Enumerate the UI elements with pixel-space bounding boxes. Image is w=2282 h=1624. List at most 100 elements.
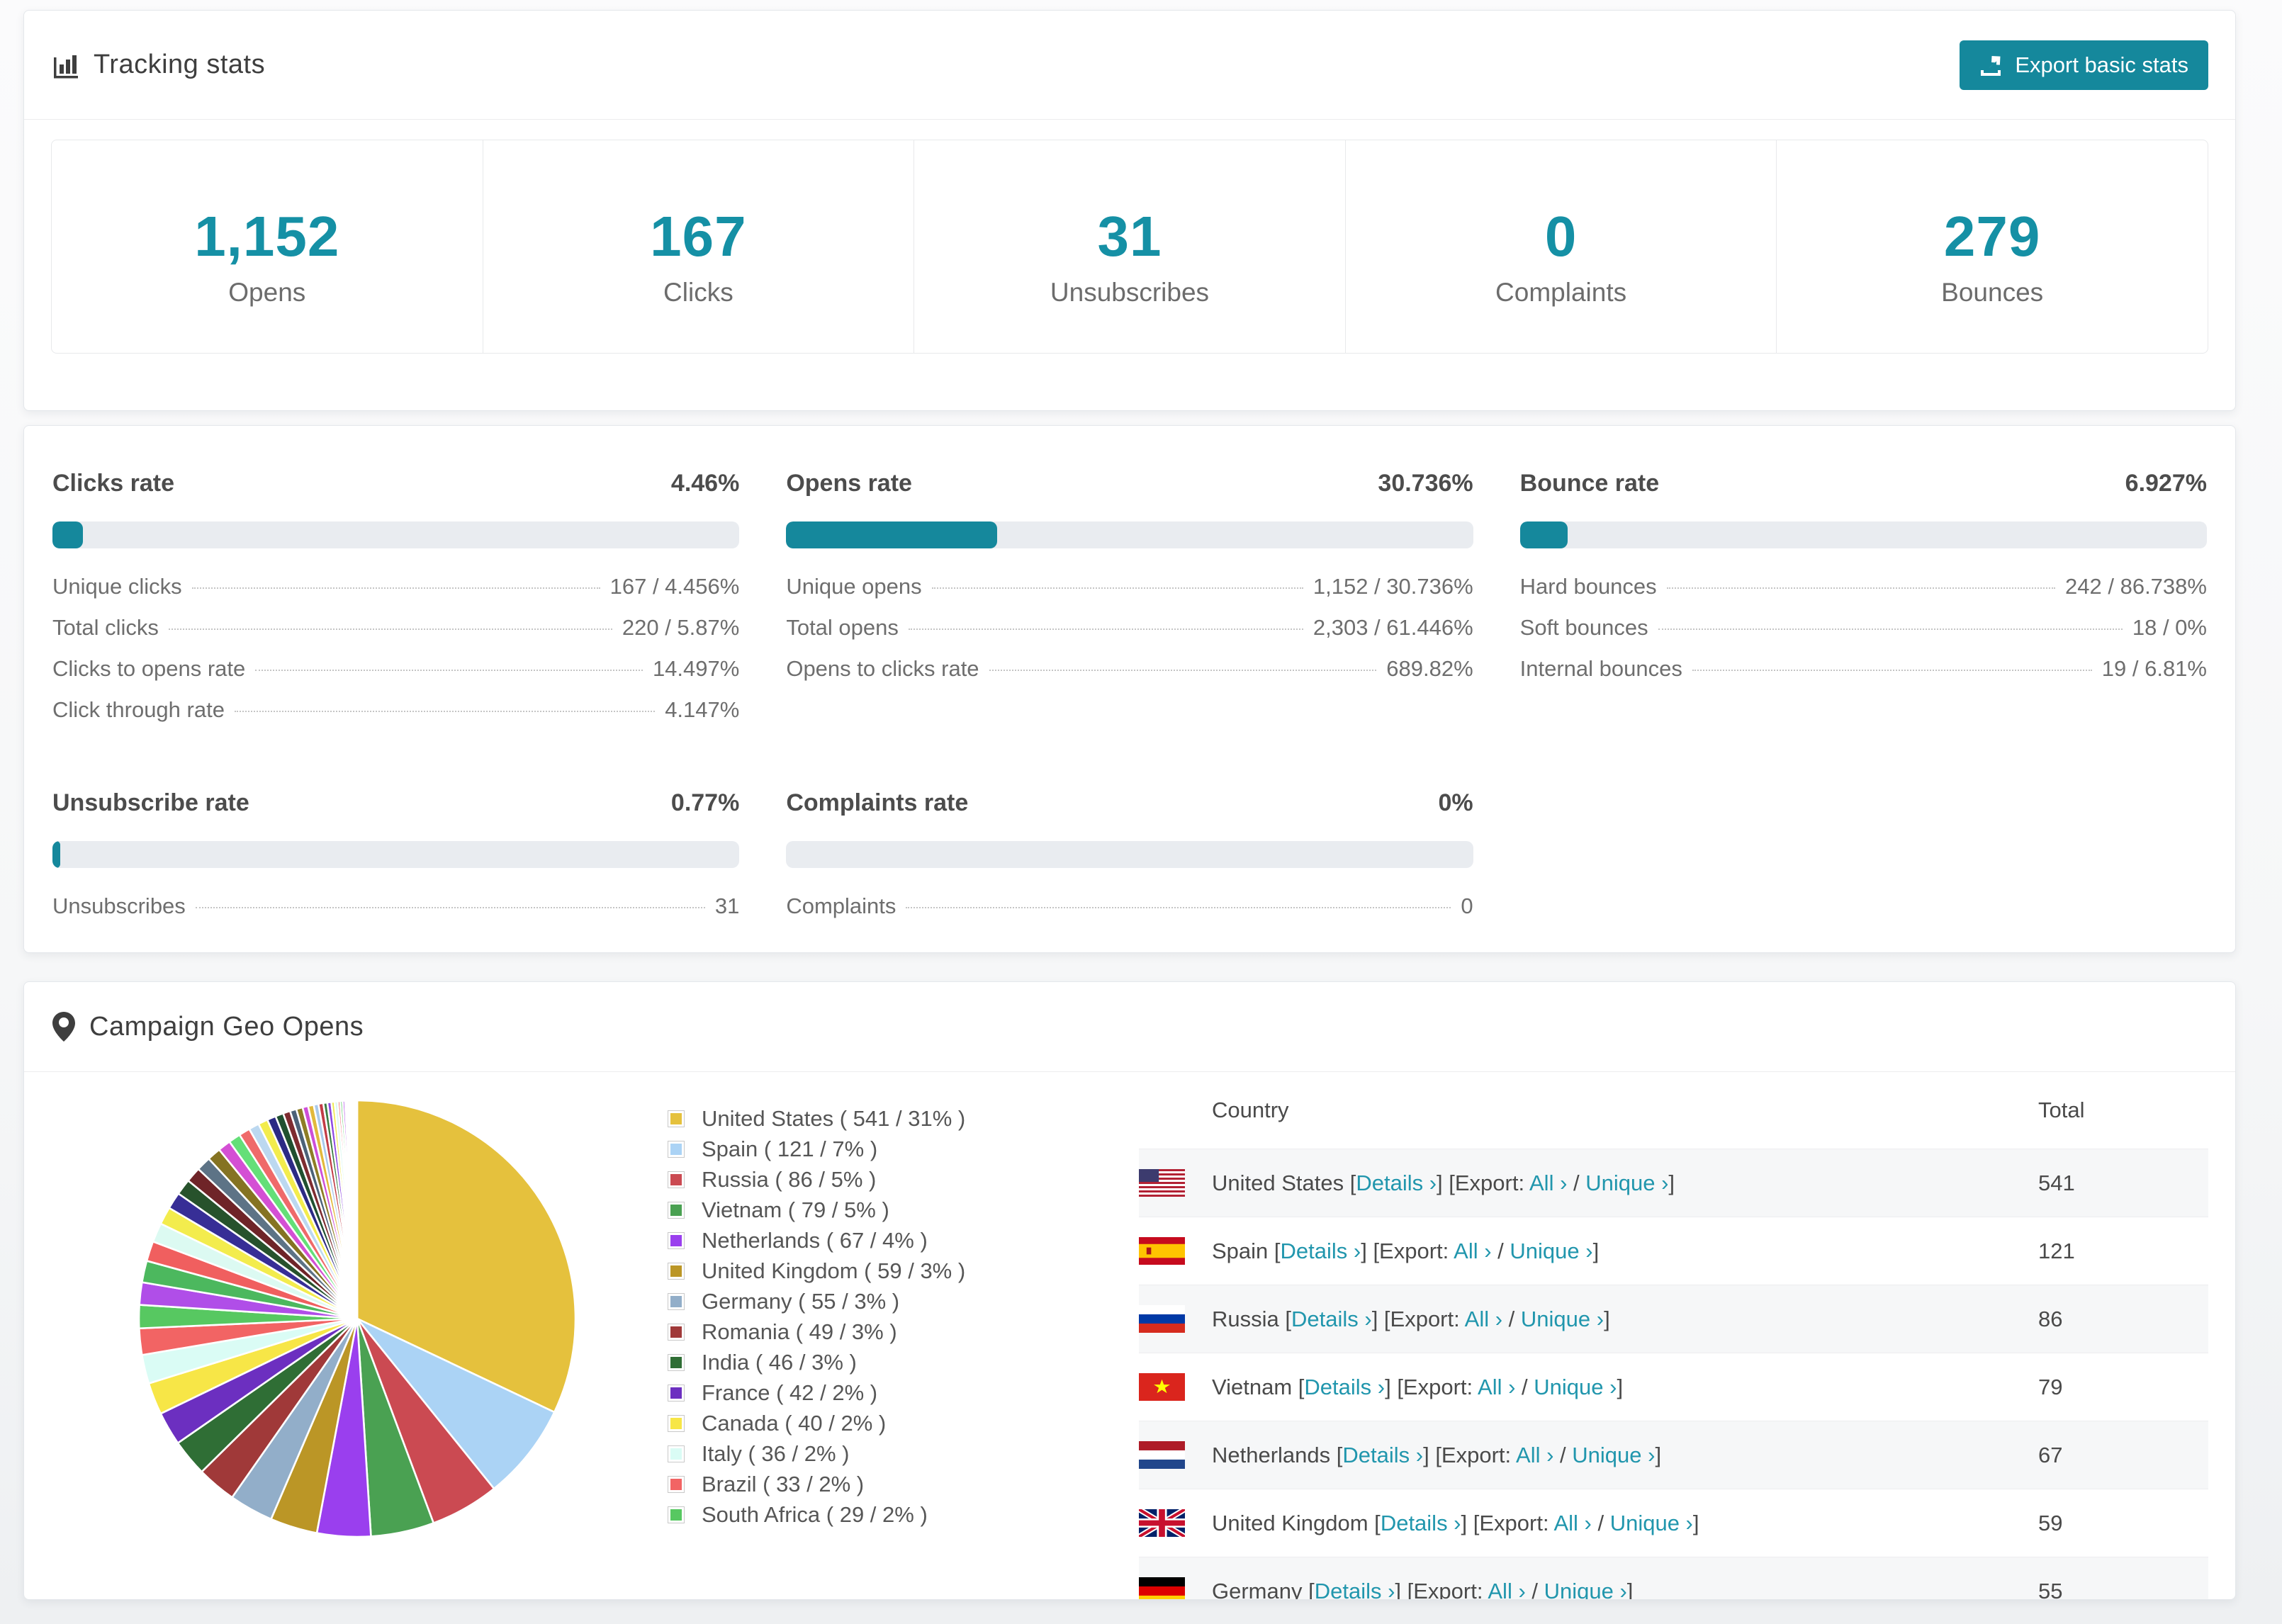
stat-label: Unsubscribes [1050, 278, 1210, 307]
tracking-stats-header: Tracking stats Export basic stats [24, 11, 2235, 120]
legend-item-netherlands: Netherlands ( 67 / 4% ) [668, 1225, 1082, 1256]
tracking-stats-card: Tracking stats Export basic stats 1,152 … [23, 10, 2236, 411]
legend-swatch [668, 1475, 685, 1493]
pie-slice-other[interactable] [355, 1099, 359, 1319]
rate-detail-row: Total opens 2,303 / 61.446% [786, 615, 1473, 656]
geo-table-header: Country Total [1139, 1072, 2208, 1149]
dotted-leader [1692, 670, 2092, 671]
rate-detail-row: Soft bounces 18 / 0% [1520, 615, 2207, 656]
united-kingdom-flag-icon [1139, 1509, 1185, 1537]
rate-detail-label: Unique opens [786, 574, 922, 599]
export-all-link[interactable]: All › [1478, 1375, 1515, 1399]
dotted-leader [908, 628, 1303, 630]
rate-detail-value: 19 / 6.81% [2101, 656, 2207, 681]
details-link[interactable]: Details › [1281, 1239, 1361, 1263]
rate-detail-label: Internal bounces [1519, 656, 1682, 681]
export-all-link[interactable]: All › [1465, 1307, 1502, 1331]
rate-rows: Unique opens 1,152 / 30.736% Total opens… [786, 574, 1473, 697]
country-links: United Kingdom [Details ›] [Export: All … [1212, 1510, 1699, 1535]
stat-value: 0 [1544, 205, 1578, 268]
rate-rows: Unsubscribes 31 [52, 893, 739, 935]
progress-fill [52, 521, 84, 548]
legend-swatch [668, 1323, 685, 1341]
export-basic-stats-button[interactable]: Export basic stats [1960, 40, 2208, 90]
rate-detail-value: 31 [714, 893, 740, 918]
export-unique-link[interactable]: Unique › [1534, 1375, 1617, 1399]
details-link[interactable]: Details › [1342, 1443, 1423, 1467]
dotted-leader [168, 628, 612, 630]
legend-item-canada: Canada ( 40 / 2% ) [668, 1408, 1082, 1438]
netherlands-flag-icon [1139, 1441, 1185, 1469]
dotted-leader [234, 711, 656, 712]
rate-value: 4.46% [670, 470, 740, 497]
stat-box-clicks: 167 Clicks [482, 140, 914, 353]
rate-detail-label: Unique clicks [52, 574, 182, 599]
dotted-leader [191, 587, 600, 589]
legend-item-romania: Romania ( 49 / 3% ) [668, 1316, 1082, 1347]
geo-pie-chart[interactable] [130, 1092, 584, 1545]
russia-flag-icon [1139, 1305, 1185, 1333]
pie-canvas[interactable] [130, 1092, 584, 1545]
dotted-leader [195, 907, 705, 908]
details-link[interactable]: Details › [1304, 1375, 1385, 1399]
rate-detail-label: Click through rate [52, 697, 225, 722]
export-all-link[interactable]: All › [1516, 1443, 1553, 1467]
dotted-leader [989, 670, 1377, 671]
country-cell: Germany [Details ›] [Export: All › / Uni… [1139, 1577, 2038, 1600]
dotted-leader [255, 670, 643, 671]
legend-swatch [668, 1171, 685, 1188]
export-unique-link[interactable]: Unique › [1510, 1239, 1592, 1263]
progress-fill [786, 521, 998, 548]
export-unique-link[interactable]: Unique › [1544, 1579, 1627, 1600]
legend-swatch [668, 1140, 685, 1158]
rate-value: 30.736% [1378, 470, 1473, 497]
legend-item-united-states: United States ( 541 / 31% ) [668, 1103, 1082, 1134]
details-link[interactable]: Details › [1291, 1307, 1372, 1331]
rate-title: Unsubscribe rate [52, 789, 249, 816]
details-link[interactable]: Details › [1356, 1171, 1437, 1195]
rates-grid: Clicks rate 4.46% Unique clicks 167 / 4.… [24, 426, 2235, 963]
geo-table-row-germany: Germany [Details ›] [Export: All › / Uni… [1139, 1557, 2208, 1600]
rate-block-complaints-rate: Complaints rate 0% Complaints 0 [786, 789, 1473, 935]
legend-label: Italy ( 36 / 2% ) [702, 1440, 850, 1466]
total-column-header: Total [2038, 1098, 2085, 1122]
stat-value: 31 [1097, 205, 1162, 268]
rate-detail-value: 167 / 4.456% [609, 574, 740, 599]
rate-detail-value: 689.82% [1386, 656, 1473, 681]
progress-bar [52, 841, 740, 868]
country-links: Germany [Details ›] [Export: All › / Uni… [1212, 1579, 1633, 1600]
total-cell: 541 [2038, 1170, 2075, 1195]
country-column-header: Country [1212, 1098, 1289, 1122]
rate-value: 0.77% [670, 789, 740, 816]
export-unique-link[interactable]: Unique › [1585, 1171, 1668, 1195]
map-pin-icon [51, 1011, 77, 1042]
total-cell: 121 [2038, 1238, 2075, 1263]
rate-title-row: Complaints rate 0% [786, 789, 1473, 817]
export-all-link[interactable]: All › [1488, 1579, 1525, 1600]
details-link[interactable]: Details › [1315, 1579, 1395, 1600]
rate-detail-value: 220 / 5.87% [622, 615, 740, 640]
rate-detail-label: Opens to clicks rate [786, 656, 979, 681]
legend-item-united-kingdom: United Kingdom ( 59 / 3% ) [668, 1256, 1082, 1286]
details-link[interactable]: Details › [1381, 1511, 1461, 1535]
export-unique-link[interactable]: Unique › [1572, 1443, 1655, 1467]
export-all-link[interactable]: All › [1553, 1511, 1591, 1535]
export-all-link[interactable]: All › [1454, 1239, 1491, 1263]
legend-label: Brazil ( 33 / 2% ) [702, 1471, 865, 1496]
legend-item-india: India ( 46 / 3% ) [668, 1347, 1082, 1377]
country-cell: Russia [Details ›] [Export: All › / Uniq… [1139, 1305, 2038, 1333]
rate-detail-label: Clicks to opens rate [52, 656, 246, 681]
country-cell: Vietnam [Details ›] [Export: All › / Uni… [1139, 1373, 2038, 1401]
legend-item-russia: Russia ( 86 / 5% ) [668, 1164, 1082, 1195]
page-title: Tracking stats [94, 50, 266, 79]
export-unique-link[interactable]: Unique › [1521, 1307, 1604, 1331]
export-all-link[interactable]: All › [1529, 1171, 1567, 1195]
rate-detail-row: Click through rate 4.147% [52, 697, 739, 738]
geo-table-row-united-states: United States [Details ›] [Export: All ›… [1139, 1149, 2208, 1217]
country-links: United States [Details ›] [Export: All ›… [1212, 1170, 1675, 1195]
geo-table-row-vietnam: Vietnam [Details ›] [Export: All › / Uni… [1139, 1353, 2208, 1421]
total-cell: 67 [2038, 1442, 2063, 1467]
export-unique-link[interactable]: Unique › [1610, 1511, 1693, 1535]
progress-bar [786, 521, 1473, 548]
rate-detail-row: Total clicks 220 / 5.87% [52, 615, 739, 656]
